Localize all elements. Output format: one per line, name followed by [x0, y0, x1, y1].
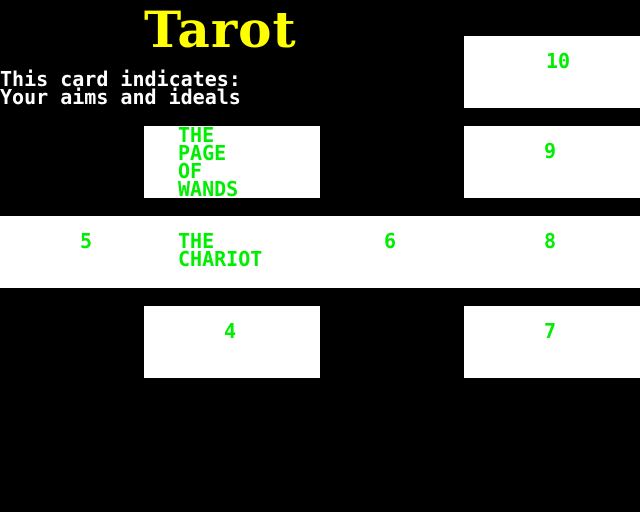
card-name-line: WANDS [178, 177, 239, 201]
tarot-screen: Tarot This card indicates: Your aims and… [0, 0, 640, 512]
card-name-line: CHARIOT [178, 247, 263, 271]
card-slot-10[interactable]: 10 [464, 36, 640, 108]
card-slot-7[interactable]: 7 [464, 306, 640, 378]
card-number-7: 7 [544, 319, 557, 343]
card-number-10: 10 [546, 49, 571, 73]
card-number-8[interactable]: 8 [544, 231, 556, 251]
card-name-chariot[interactable]: THE CHARIOT [178, 231, 263, 271]
game-title: Tarot [144, 0, 297, 59]
card-page-of-wands[interactable]: THE PAGE OF WANDS [144, 125, 320, 201]
caption-line-2: Your aims and ideals [0, 85, 241, 109]
card-slot-4[interactable]: 4 [144, 306, 320, 378]
card-number-5[interactable]: 5 [80, 231, 92, 251]
card-slot-9[interactable]: 9 [464, 126, 640, 198]
card-number-6[interactable]: 6 [384, 231, 396, 251]
card-number-4: 4 [224, 319, 237, 343]
card-number-9: 9 [544, 139, 557, 163]
card-name-page-of-wands: THE PAGE OF WANDS [178, 125, 239, 201]
